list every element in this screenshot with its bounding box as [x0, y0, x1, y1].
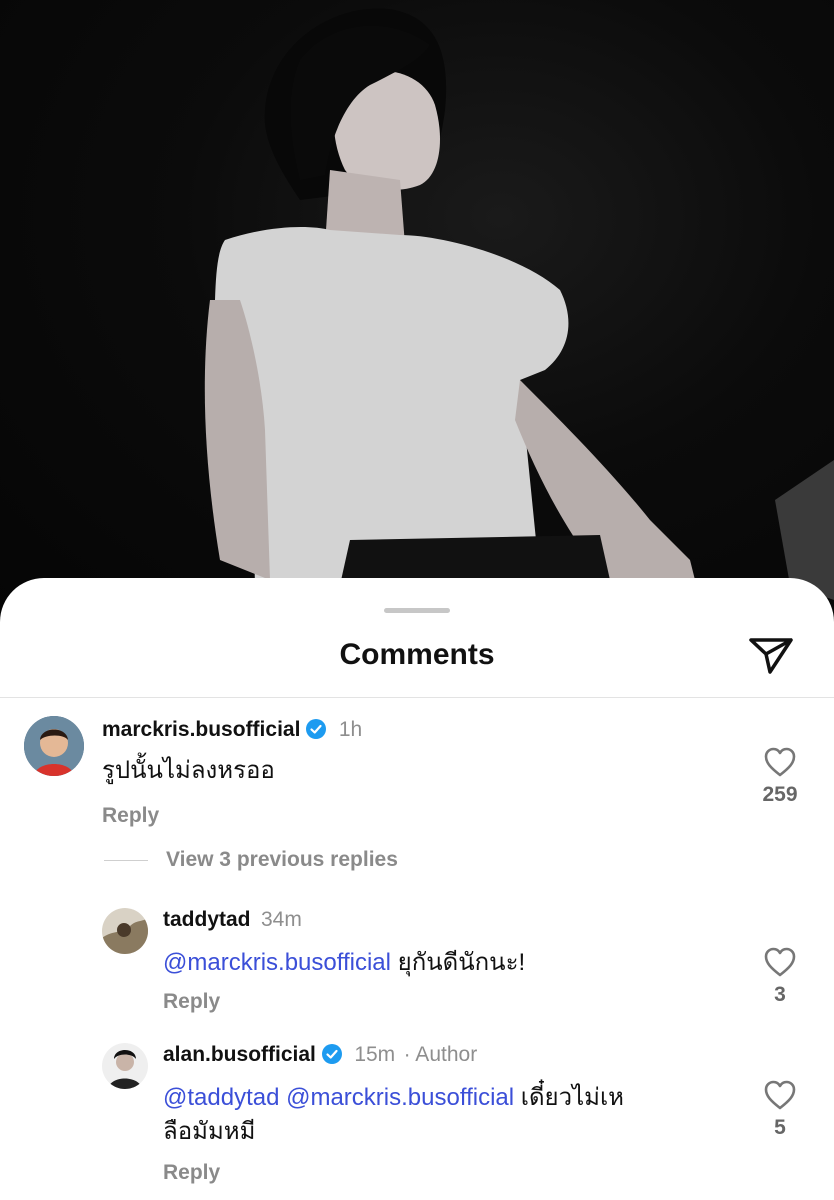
avatar[interactable] — [102, 1043, 148, 1089]
comment-username[interactable]: marckris.busofficial — [102, 718, 300, 741]
reply-body: ยุกันดีนักนะ! — [390, 949, 526, 976]
reply-time: 34m — [260, 908, 302, 931]
heart-icon[interactable] — [763, 1079, 797, 1111]
drag-handle[interactable] — [384, 608, 450, 613]
like-count: 5 — [774, 1116, 786, 1139]
avatar[interactable] — [102, 908, 148, 954]
mention-link[interactable]: @marckris.busofficial — [163, 949, 391, 976]
reply-text: @taddytad @marckris.busofficial เดี๋ยวไม… — [163, 1081, 723, 1149]
like-control[interactable]: 259 — [752, 746, 808, 807]
reply-username[interactable]: alan.busofficial — [163, 1043, 316, 1066]
reply-time: 15m — [354, 1043, 396, 1066]
like-count: 259 — [762, 783, 798, 806]
sheet-title: Comments — [339, 638, 495, 671]
replies-line — [104, 859, 148, 861]
heart-icon[interactable] — [763, 946, 797, 978]
comment-item: marckris.busofficial 1h รูปนั้นไม่ลงหรออ… — [0, 716, 834, 836]
reply-username[interactable]: taddytad — [163, 908, 251, 931]
reply-body-line1: เดี๋ยวไม่เห — [514, 1084, 625, 1111]
verified-badge-icon — [321, 1044, 342, 1064]
reply-body-line2: ลือมัมหมี — [163, 1118, 256, 1145]
like-control[interactable]: 5 — [752, 1079, 808, 1140]
reply-item: alan.busofficial 15m · Author @taddytad … — [0, 1043, 834, 1193]
reply-item: taddytad 34m @marckris.busofficial ยุกัน… — [0, 908, 834, 1018]
verified-badge-icon — [306, 719, 327, 739]
view-previous-replies[interactable]: View 3 previous replies — [104, 848, 398, 872]
reply-text: @marckris.busofficial ยุกันดีนักนะ! — [163, 946, 525, 980]
comment-text: รูปนั้นไม่ลงหรออ — [102, 757, 275, 784]
like-count: 3 — [774, 983, 786, 1006]
reply-button[interactable]: Reply — [163, 1161, 220, 1185]
avatar[interactable] — [24, 716, 84, 776]
heart-icon[interactable] — [763, 746, 797, 778]
like-control[interactable]: 3 — [752, 946, 808, 1007]
view-replies-label[interactable]: View 3 previous replies — [166, 848, 398, 872]
send-icon[interactable] — [746, 632, 796, 676]
person-silhouette — [204, 8, 834, 600]
post-photo — [0, 0, 834, 620]
comment-time: 1h — [338, 718, 363, 741]
reply-button[interactable]: Reply — [163, 990, 220, 1014]
mention-link[interactable]: @taddytad @marckris.busofficial — [163, 1084, 514, 1111]
reply-button[interactable]: Reply — [102, 804, 159, 828]
comments-sheet: Comments marckris.busofficial 1h รูปนั้น… — [0, 578, 834, 1200]
header-divider — [0, 697, 834, 698]
author-tag: · Author — [403, 1043, 478, 1066]
